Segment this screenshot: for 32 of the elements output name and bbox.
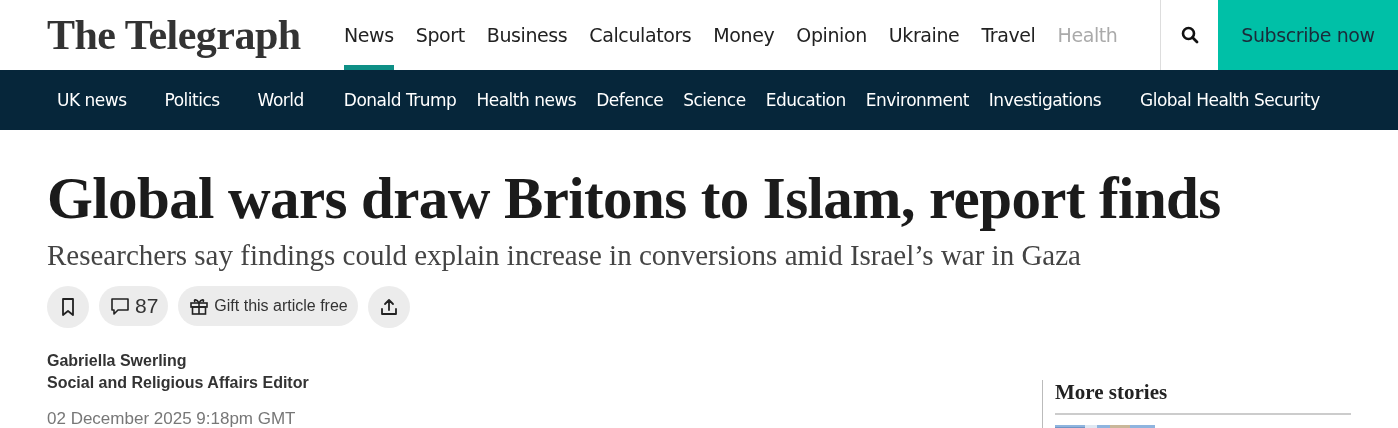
nav-link[interactable]: Sport (404, 0, 476, 70)
section-link[interactable]: Science (683, 90, 746, 110)
section-link[interactable]: Defence (596, 90, 664, 110)
gift-button[interactable]: Gift this article free (178, 286, 358, 326)
section-link[interactable]: World (257, 90, 304, 110)
share-button[interactable] (367, 286, 410, 328)
section-link[interactable]: Education (765, 90, 846, 110)
author-name[interactable]: Gabriella Swerling (47, 350, 309, 372)
comment-icon (109, 295, 131, 317)
nav-link[interactable]: Ukraine (877, 0, 971, 70)
comments-button[interactable]: 87 (99, 286, 169, 326)
nav-link[interactable]: Travel (970, 0, 1047, 70)
nav-link[interactable]: Money (702, 0, 786, 70)
section-link[interactable]: Health news (476, 90, 577, 110)
section-link[interactable]: Investigations (988, 90, 1102, 110)
nav-link[interactable]: Calculators (578, 0, 703, 70)
nav-link[interactable]: Opinion (785, 0, 878, 70)
sidebar-title: More stories (1055, 380, 1351, 415)
headline: Global wars draw Britons to Islam, report finds (47, 166, 1222, 230)
logo[interactable]: The Telegraph (47, 0, 317, 70)
subscribe-button[interactable]: Subscribe now (1218, 0, 1398, 70)
save-button[interactable] (47, 286, 89, 328)
section-link[interactable]: UK news (57, 90, 127, 110)
nav-link[interactable]: Business (475, 0, 579, 70)
standfirst: Researchers say findings could explain increase in conversions amid Israel’s war in Gaza (47, 238, 1082, 272)
section-link[interactable]: Global Health Security (1140, 90, 1320, 110)
search-icon (1179, 25, 1200, 45)
publish-date: 02 December 2025 9:18pm GMT (47, 409, 297, 428)
author-role: Social and Religious Affairs Editor (47, 373, 309, 393)
section-link[interactable]: Donald Trump (343, 90, 457, 110)
section-link[interactable]: Environment (865, 90, 969, 110)
section-link[interactable]: Politics (164, 90, 220, 110)
